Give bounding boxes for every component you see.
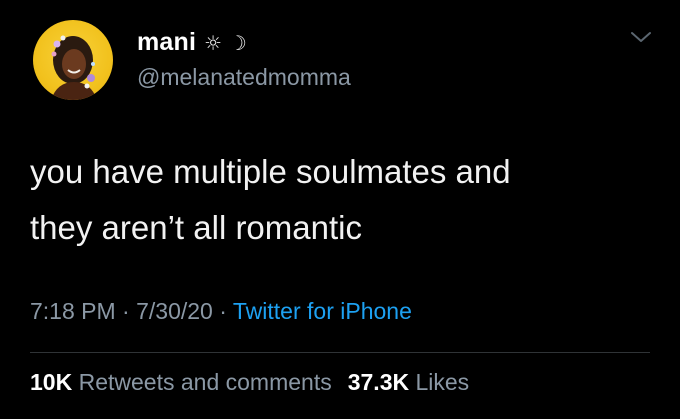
user-handle[interactable]: @melanatedmomma bbox=[137, 64, 351, 91]
display-name-text: mani bbox=[137, 28, 197, 56]
retweets-label: Retweets and comments bbox=[78, 369, 332, 395]
display-name[interactable]: mani ☼ ☽ bbox=[137, 28, 247, 57]
avatar-photo bbox=[51, 35, 97, 100]
chevron-down-icon[interactable] bbox=[630, 30, 652, 44]
avatar[interactable] bbox=[33, 20, 113, 100]
tweet-date[interactable]: 7/30/20 bbox=[136, 298, 213, 324]
tweet-text: you have multiple soulmates and they are… bbox=[30, 153, 511, 246]
meta-separator: · bbox=[212, 298, 233, 324]
retweets-count: 10K bbox=[30, 369, 73, 395]
meta-separator: · bbox=[115, 298, 137, 324]
tweet-source-link[interactable]: Twitter for iPhone bbox=[233, 298, 412, 324]
likes-stat[interactable]: 37.3K Likes bbox=[348, 369, 469, 395]
likes-label: Likes bbox=[415, 369, 470, 395]
tweet-time[interactable]: 7:18 PM bbox=[30, 298, 116, 324]
sun-moon-emoji: ☼ ☽ bbox=[204, 31, 247, 55]
likes-count: 37.3K bbox=[347, 369, 410, 395]
retweets-stat[interactable]: 10K Retweets and comments bbox=[30, 369, 332, 395]
tweet-stats: 10K Retweets and comments 37.3K Likes bbox=[30, 369, 469, 396]
divider bbox=[30, 352, 650, 353]
tweet-meta: 7:18 PM · 7/30/20 · Twitter for iPhone bbox=[30, 298, 412, 325]
